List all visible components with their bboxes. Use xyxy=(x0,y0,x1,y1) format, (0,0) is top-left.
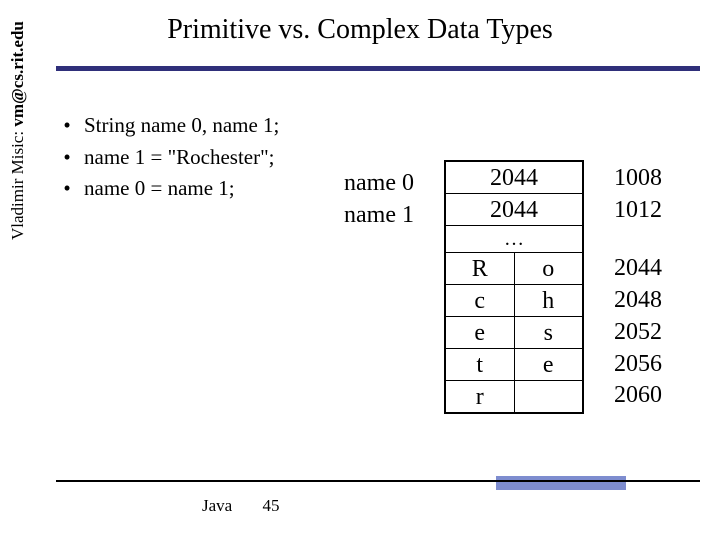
table-row: ch xyxy=(445,285,583,317)
slide-title: Primitive vs. Complex Data Types xyxy=(0,0,720,58)
footer: Java 45 xyxy=(202,496,279,516)
bullet-item: • String name 0, name 1; xyxy=(60,110,279,142)
table-row: r xyxy=(445,381,583,414)
bullet-text: String name 0, name 1; xyxy=(84,110,279,142)
var-label-name0: name 0 xyxy=(344,168,414,200)
mem-cell: R xyxy=(445,253,514,285)
mem-cell xyxy=(514,381,583,414)
bullet-text: name 1 = "Rochester"; xyxy=(84,142,275,174)
bullet-item: • name 1 = "Rochester"; xyxy=(60,142,279,174)
variable-labels: name 0 name 1 xyxy=(344,168,414,231)
mem-cell: e xyxy=(514,349,583,381)
bullet-dot-icon: • xyxy=(60,110,74,142)
table-row: Ro xyxy=(445,253,583,285)
ellipsis-icon: … xyxy=(445,226,583,253)
mem-cell: h xyxy=(514,285,583,317)
author-name: Vladimir Misic: xyxy=(8,131,27,240)
bullet-list: • String name 0, name 1; • name 1 = "Roc… xyxy=(60,110,279,205)
address-column: 1008 1012 2044 2048 2052 2056 2060 xyxy=(614,163,662,412)
title-rule xyxy=(56,66,700,71)
mem-cell: r xyxy=(445,381,514,414)
author-sidebar: Vladimir Misic: vm@cs.rit.edu xyxy=(8,21,28,240)
author-email: vm@cs.rit.edu xyxy=(8,21,27,127)
footer-rule xyxy=(56,480,700,482)
mem-cell: 2044 xyxy=(445,161,583,194)
table-row: te xyxy=(445,349,583,381)
mem-cell: s xyxy=(514,317,583,349)
table-row: 2044 xyxy=(445,161,583,194)
mem-cell: 2044 xyxy=(445,194,583,226)
mem-cell: o xyxy=(514,253,583,285)
addr-value: 2060 xyxy=(614,380,662,412)
page-number: 45 xyxy=(262,496,279,516)
bullet-dot-icon: • xyxy=(60,142,74,174)
bullet-item: • name 0 = name 1; xyxy=(60,173,279,205)
table-row: … xyxy=(445,226,583,253)
var-label-name1: name 1 xyxy=(344,200,414,232)
table-row: 2044 xyxy=(445,194,583,226)
addr-value: 2056 xyxy=(614,349,662,381)
memory-table: 2044 2044 … Ro ch es te r xyxy=(444,160,584,414)
mem-cell: e xyxy=(445,317,514,349)
footer-label: Java xyxy=(202,496,232,515)
footer-accent xyxy=(496,476,626,490)
bullet-text: name 0 = name 1; xyxy=(84,173,235,205)
addr-gap xyxy=(614,227,662,253)
addr-value: 2044 xyxy=(614,253,662,285)
mem-cell: c xyxy=(445,285,514,317)
addr-value: 2048 xyxy=(614,285,662,317)
bullet-dot-icon: • xyxy=(60,173,74,205)
addr-value: 1012 xyxy=(614,195,662,227)
addr-value: 1008 xyxy=(614,163,662,195)
mem-cell: t xyxy=(445,349,514,381)
addr-value: 2052 xyxy=(614,317,662,349)
table-row: es xyxy=(445,317,583,349)
